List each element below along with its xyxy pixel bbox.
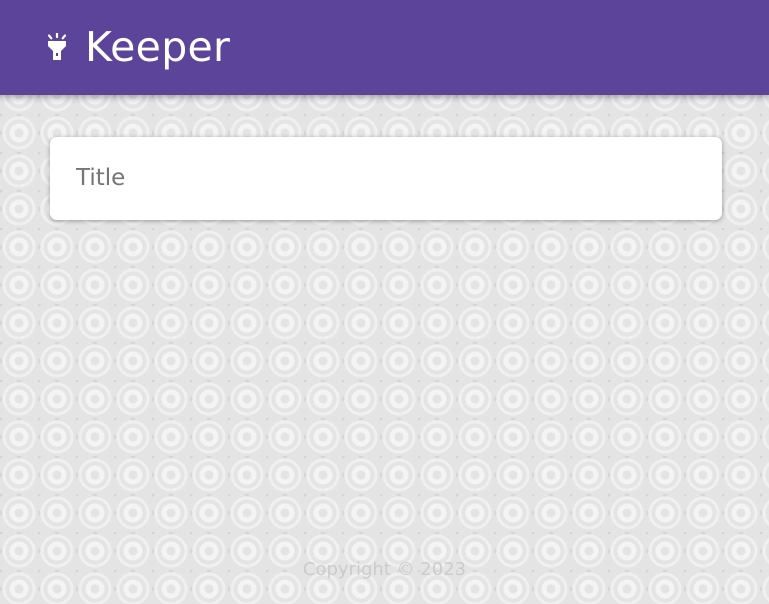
- create-note-form: [50, 137, 722, 220]
- copyright-text: Copyright © 2023: [302, 559, 467, 580]
- footer: Copyright © 2023: [0, 556, 769, 584]
- app-title: Keeper: [85, 23, 231, 71]
- note-title-input[interactable]: [76, 159, 696, 197]
- app-header: Keeper: [0, 0, 769, 95]
- flashlight-icon: [45, 31, 69, 61]
